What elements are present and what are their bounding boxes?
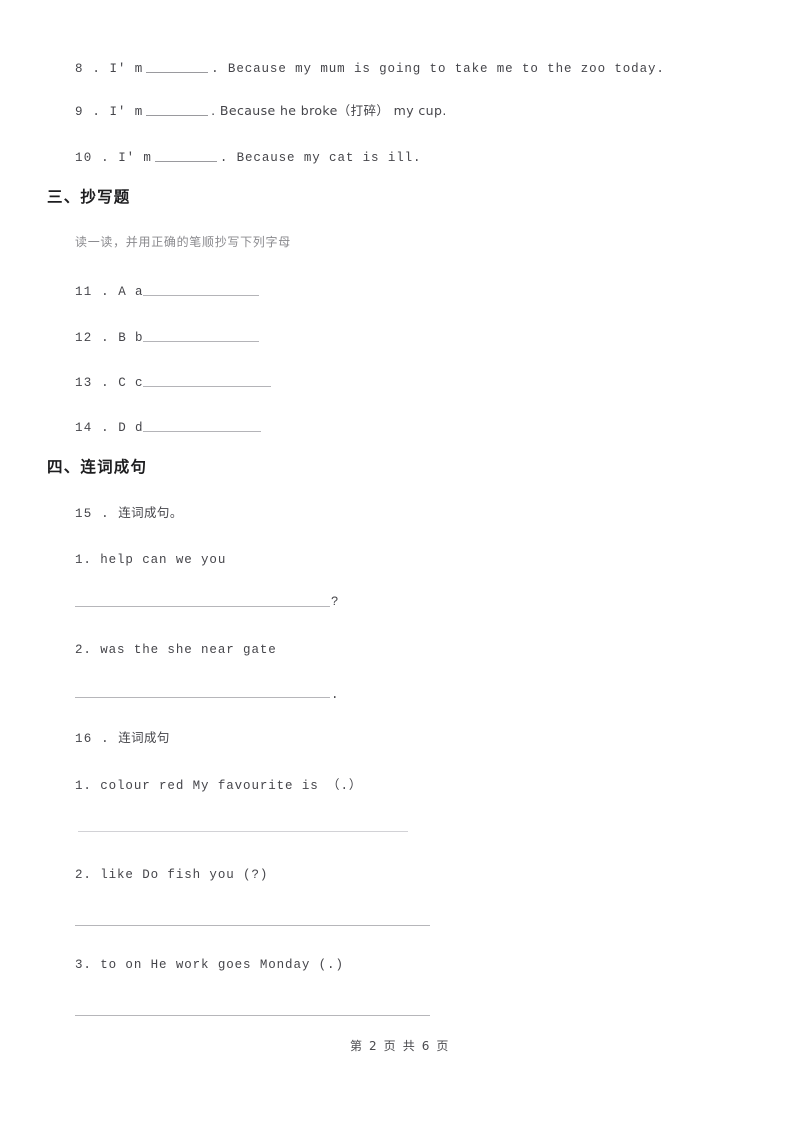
copy-item-13-number: 13 . — [75, 376, 110, 390]
section-three-instruction: 读一读，并用正确的笔顺抄写下列字母 — [75, 235, 291, 249]
copy-item-13-rule[interactable] — [143, 375, 272, 387]
copy-item-13-letters: C c — [118, 376, 144, 390]
question-10-blank[interactable] — [154, 150, 217, 162]
question-16-subitem-3-answer-rule[interactable] — [75, 1015, 430, 1016]
question-16-subitem-1-label: 1. — [75, 779, 92, 793]
question-16-subitem-3: 3. to on He work goes Monday (.) — [75, 959, 344, 972]
section-three-title: 三、抄写题 — [47, 188, 131, 206]
question-16-subitem-2-label: 2. — [75, 868, 92, 882]
question-15-subitem-1-end-mark: ? — [331, 595, 339, 609]
question-item-8: 8 . I' m . Because my mum is going to tak… — [75, 61, 665, 76]
question-item-16: 16 . 连词成句 — [75, 730, 170, 746]
question-15-subitem-2-end-mark: . — [331, 688, 339, 702]
question-10-number: 10 . — [75, 151, 110, 165]
question-16-subitem-2-answer-rule[interactable] — [75, 925, 430, 926]
section-four-title: 四、连词成句 — [47, 458, 148, 476]
question-9-number: 9 . — [75, 105, 102, 119]
question-16-subitem-2-words: like Do fish you (?) — [100, 868, 269, 882]
copy-item-14-letters: D d — [118, 421, 144, 435]
question-8-number: 8 . — [75, 62, 102, 76]
question-15-subitem-2-label: 2. — [75, 643, 92, 657]
question-16-subitem-1: 1. colour red My favourite is （.） — [75, 780, 362, 793]
question-16-subitem-1-words: colour red My favourite is （.） — [100, 779, 363, 793]
copy-item-13: 13 . C c — [75, 375, 272, 390]
question-15-subitem-2-words: was the she near gate — [100, 643, 277, 657]
copy-item-11-number: 11 . — [75, 285, 110, 299]
copy-item-12: 12 . B b — [75, 330, 260, 345]
question-10-suffix: . Because my cat is ill. — [219, 151, 422, 165]
exam-page: 8 . I' m . Because my mum is going to tak… — [0, 0, 800, 1132]
copy-item-12-letters: B b — [118, 331, 144, 345]
page-footer: 第 2 页 共 6 页 — [350, 1039, 450, 1053]
question-16-prompt: 连词成句 — [118, 730, 170, 745]
question-10-prefix: I' m — [118, 151, 152, 165]
question-8-blank[interactable] — [146, 61, 209, 73]
question-15-subitem-1-label: 1. — [75, 553, 92, 567]
question-9-suffix: . Because he broke（打碎） my cup. — [211, 103, 447, 118]
question-15-subitem-1: 1. help can we you — [75, 554, 226, 567]
copy-item-12-number: 12 . — [75, 331, 110, 345]
copy-item-12-rule[interactable] — [143, 330, 260, 342]
question-9-blank[interactable] — [146, 104, 209, 116]
copy-item-14-number: 14 . — [75, 421, 110, 435]
question-15-subitem-1-words: help can we you — [100, 553, 227, 567]
question-item-9: 9 . I' m . Because he broke（打碎） my cup. — [75, 104, 447, 119]
copy-item-14: 14 . D d — [75, 420, 262, 435]
question-item-10: 10 . I' m . Because my cat is ill. — [75, 150, 421, 165]
question-15-subitem-2: 2. was the she near gate — [75, 644, 277, 657]
question-15-subitem-2-answer-rule[interactable] — [75, 697, 330, 698]
question-16-subitem-1-answer-rule[interactable] — [78, 831, 408, 832]
question-9-prefix: I' m — [109, 105, 144, 119]
question-16-subitem-2: 2. like Do fish you (?) — [75, 869, 268, 882]
question-16-subitem-3-words: to on He work goes Monday (.) — [100, 958, 344, 972]
question-16-number: 16 . — [75, 732, 110, 746]
copy-item-11: 11 . A a — [75, 284, 260, 299]
question-8-suffix: . Because my mum is going to take me to … — [211, 62, 665, 76]
copy-item-11-rule[interactable] — [143, 284, 260, 296]
question-8-prefix: I' m — [109, 62, 144, 76]
question-16-subitem-3-label: 3. — [75, 958, 92, 972]
question-15-number: 15 . — [75, 507, 110, 521]
copy-item-14-rule[interactable] — [143, 420, 262, 432]
copy-item-11-letters: A a — [118, 285, 144, 299]
question-15-prompt: 连词成句。 — [118, 505, 183, 520]
question-15-subitem-1-answer-rule[interactable] — [75, 606, 330, 607]
question-item-15: 15 . 连词成句。 — [75, 505, 183, 521]
